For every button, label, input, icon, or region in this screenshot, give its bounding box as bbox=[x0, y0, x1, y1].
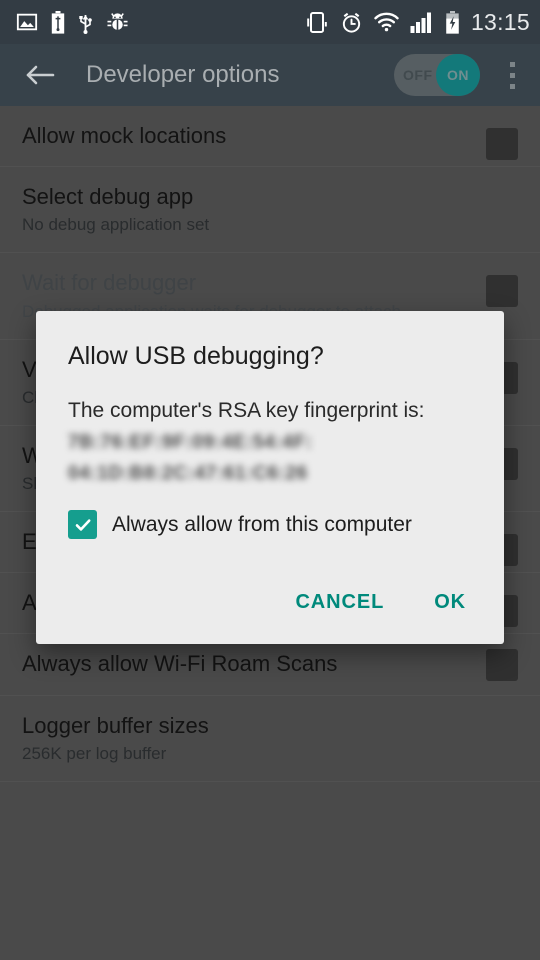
back-button[interactable] bbox=[12, 63, 68, 87]
always-allow-checkbox-row[interactable]: Always allow from this computer bbox=[68, 510, 472, 540]
rsa-fingerprint-line-1: 7B:76:EF:9F:09:4E:54:4F: bbox=[68, 431, 313, 453]
developer-options-toggle[interactable]: OFF ON bbox=[394, 54, 480, 96]
status-bar-left-icons bbox=[16, 10, 129, 34]
overflow-dot bbox=[509, 83, 515, 89]
wifi-icon bbox=[374, 12, 399, 32]
dialog-title: Allow USB debugging? bbox=[68, 342, 324, 370]
toggle-off-label: OFF bbox=[403, 67, 433, 83]
vibrate-icon bbox=[307, 11, 327, 33]
action-bar: Developer options OFF ON bbox=[0, 44, 540, 106]
status-bar: 13:15 bbox=[0, 0, 540, 44]
page-title: Developer options bbox=[86, 61, 280, 88]
cancel-button[interactable]: CANCEL bbox=[293, 587, 386, 618]
status-bar-right-icons bbox=[305, 10, 460, 34]
dialog-message: The computer's RSA key fingerprint is: bbox=[68, 399, 425, 422]
screenshot-icon bbox=[16, 13, 38, 31]
always-allow-checkbox[interactable] bbox=[68, 510, 97, 540]
dialog-actions: CANCEL OK bbox=[68, 587, 472, 632]
usb-debugging-dialog: Allow USB debugging? The computer's RSA … bbox=[36, 311, 504, 645]
bug-icon bbox=[107, 12, 128, 30]
ok-button[interactable]: OK bbox=[432, 587, 468, 618]
toggle-thumb: ON bbox=[436, 54, 480, 96]
signal-icon bbox=[410, 12, 431, 33]
rsa-fingerprint-line-2: 04:1D:B8:2C:47:61:C6:26 bbox=[68, 463, 308, 485]
usb-icon bbox=[79, 14, 92, 34]
battery-charging-icon bbox=[446, 10, 459, 34]
checkmark-icon bbox=[75, 518, 90, 531]
status-bar-clock: 13:15 bbox=[470, 8, 530, 35]
back-arrow-icon bbox=[26, 65, 55, 85]
always-allow-label: Always allow from this computer bbox=[112, 512, 412, 536]
alarm-icon bbox=[342, 12, 361, 33]
overflow-dot bbox=[509, 72, 515, 78]
usb-battery-icon bbox=[51, 10, 65, 34]
overflow-menu-icon[interactable] bbox=[490, 61, 534, 89]
phone-screen: Allow mock locations Select debug app No… bbox=[0, 0, 540, 960]
overflow-dot bbox=[509, 61, 515, 67]
toggle-on-label: ON bbox=[447, 67, 469, 83]
